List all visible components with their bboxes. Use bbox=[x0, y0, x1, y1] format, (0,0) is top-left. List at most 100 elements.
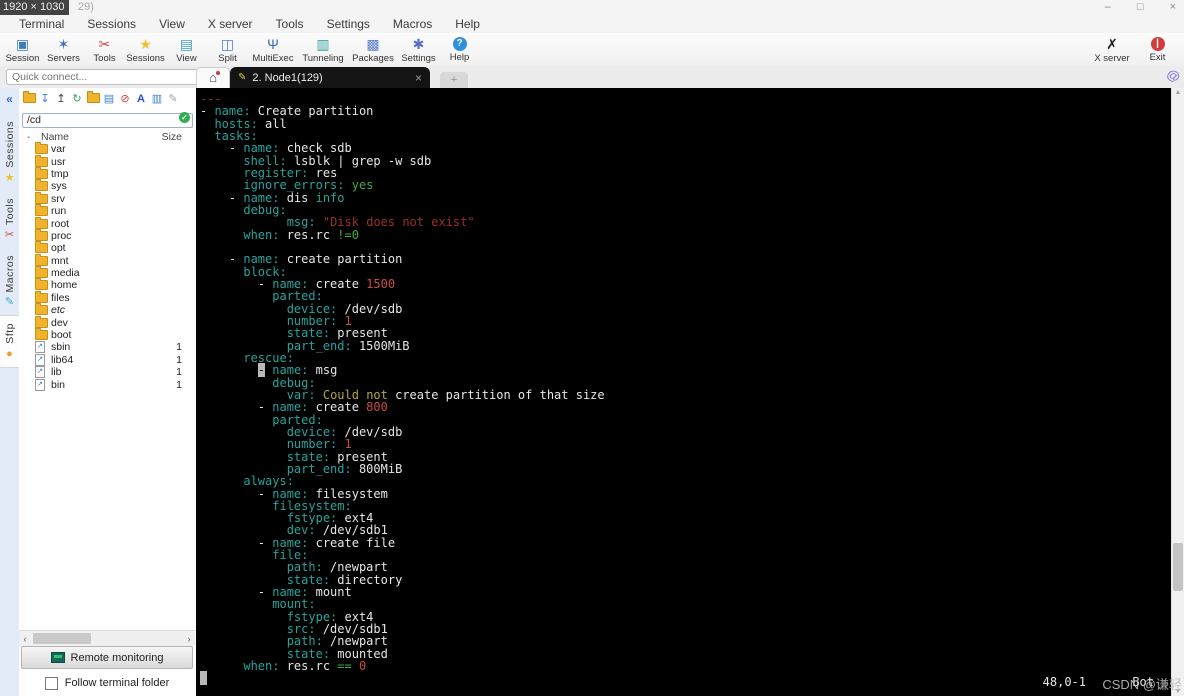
split-button[interactable]: ◫ Split bbox=[207, 35, 248, 65]
minimize-button[interactable]: – bbox=[1105, 0, 1111, 15]
horizontal-scrollbar[interactable]: ‹ › bbox=[19, 630, 195, 646]
strip-tab-macros-label: Macros bbox=[3, 254, 16, 293]
tree-row-run[interactable]: run bbox=[19, 204, 196, 217]
new-tab-button[interactable]: + bbox=[440, 72, 468, 88]
split-button-label: Split bbox=[218, 53, 237, 64]
tree-collapse-icon[interactable]: - bbox=[27, 131, 41, 143]
terminal-line: shell: lsblk | grep -w sdb bbox=[243, 153, 432, 168]
symlink-icon: ↗ bbox=[35, 341, 51, 354]
sessions-button[interactable]: ★ Sessions bbox=[125, 35, 166, 65]
pencil-icon: ✎ bbox=[4, 296, 15, 309]
quick-connect-input[interactable] bbox=[6, 69, 198, 85]
tree-row-lib[interactable]: ↗ lib 1 bbox=[19, 366, 196, 379]
scroll-right-icon[interactable]: › bbox=[183, 634, 195, 644]
tree-row-bin[interactable]: ↗ bin 1 bbox=[19, 378, 196, 391]
tree-row-usr[interactable]: usr bbox=[19, 154, 196, 168]
tree-name-header[interactable]: Name bbox=[41, 131, 162, 143]
log-icon[interactable]: ▥ bbox=[151, 93, 163, 105]
follow-terminal-folder-checkbox[interactable] bbox=[44, 676, 58, 690]
sync-icon[interactable]: ↻ bbox=[71, 93, 83, 105]
edit-icon[interactable]: ✎ bbox=[167, 93, 179, 105]
stop-icon[interactable]: ⊘ bbox=[119, 93, 131, 105]
collapse-sidebar-icon[interactable]: « bbox=[0, 88, 19, 114]
tab-label: 2. Node1(129) bbox=[252, 71, 323, 84]
split-icon: ◫ bbox=[220, 36, 235, 52]
settings-button[interactable]: ✱ Settings bbox=[398, 35, 439, 65]
menu-item-view[interactable]: View bbox=[148, 17, 197, 31]
tree-item-label: tmp bbox=[51, 167, 69, 180]
exit-button[interactable]: | Exit bbox=[1137, 35, 1178, 63]
tools-button[interactable]: ✂ Tools bbox=[84, 35, 125, 65]
session-button[interactable]: ▣ Session bbox=[2, 35, 43, 65]
tree-row-lib64[interactable]: ↗ lib64 1 bbox=[19, 353, 196, 366]
strip-tab-sessions[interactable]: Sessions ★ bbox=[0, 114, 19, 191]
close-button[interactable]: × bbox=[1170, 0, 1176, 15]
terminal[interactable]: --- - name: Create partition hosts: all t… bbox=[196, 88, 1172, 696]
tools-icon: ✂ bbox=[4, 228, 15, 241]
tree-item-size: 1 bbox=[176, 366, 182, 379]
menu-item-x-server[interactable]: X server bbox=[197, 17, 265, 31]
menu-item-macros[interactable]: Macros bbox=[382, 17, 444, 31]
sftp-path-input[interactable] bbox=[22, 112, 193, 128]
home-tab-button[interactable]: ⌂ bbox=[196, 67, 230, 88]
tree-row-etc[interactable]: etc bbox=[19, 303, 196, 316]
tree-row-root[interactable]: root bbox=[19, 216, 196, 230]
view-button[interactable]: ▤ View bbox=[166, 35, 207, 65]
menu-item-tools[interactable]: Tools bbox=[265, 17, 316, 31]
symlink-icon-shape: ↗ bbox=[35, 378, 45, 391]
tree-row-dev[interactable]: dev bbox=[19, 315, 196, 329]
multiexec-button[interactable]: Ψ MultiExec bbox=[248, 35, 298, 65]
strip-tab-sftp[interactable]: Sftp ● bbox=[0, 315, 19, 368]
x-server-button[interactable]: ✗ X server bbox=[1087, 35, 1137, 65]
tree-item-label: usr bbox=[51, 155, 66, 168]
tree-row-boot[interactable]: boot bbox=[19, 328, 196, 341]
folder-new-icon[interactable] bbox=[23, 90, 36, 106]
servers-button-label: Servers bbox=[47, 53, 80, 64]
tree-row-opt[interactable]: opt bbox=[19, 241, 196, 254]
maximize-button[interactable]: □ bbox=[1137, 0, 1144, 15]
menu-item-terminal[interactable]: Terminal bbox=[8, 17, 76, 31]
menu-item-settings[interactable]: Settings bbox=[316, 17, 382, 31]
folder-settings-icon[interactable] bbox=[87, 90, 100, 106]
tabstrip: ⌂ ✎ 2. Node1(129) × + bbox=[196, 66, 468, 88]
folder-icon-shape bbox=[35, 191, 48, 204]
strip-tab-macros[interactable]: Macros ✎ bbox=[0, 248, 19, 315]
help-button[interactable]: ? Help bbox=[439, 35, 480, 63]
hscroll-thumb[interactable] bbox=[33, 633, 91, 644]
folder-icon bbox=[35, 166, 51, 179]
packages-button[interactable]: ▩ Packages bbox=[348, 35, 398, 65]
tree-row-files[interactable]: files bbox=[19, 290, 196, 304]
servers-button[interactable]: ✶ Servers bbox=[43, 35, 84, 65]
tab-node1[interactable]: ✎ 2. Node1(129) × bbox=[230, 67, 430, 88]
menu-item-help[interactable]: Help bbox=[444, 17, 492, 31]
tree-row-var[interactable]: var bbox=[19, 142, 196, 155]
vscroll-thumb[interactable] bbox=[1173, 543, 1183, 591]
folder-icon-shape bbox=[35, 228, 48, 241]
scroll-up-icon[interactable]: ▲ bbox=[1172, 89, 1184, 96]
tools-icon: ✂ bbox=[98, 36, 111, 52]
tree-row-media[interactable]: media bbox=[19, 266, 196, 279]
tree-row-home[interactable]: home bbox=[19, 278, 196, 291]
download-icon[interactable]: ↧ bbox=[39, 93, 51, 105]
scroll-left-icon[interactable]: ‹ bbox=[19, 634, 31, 644]
tree-row-proc[interactable]: proc bbox=[19, 228, 196, 242]
attachment-clip-icon[interactable]: @ bbox=[1164, 66, 1183, 86]
folder-settings-icon-shape bbox=[87, 90, 100, 103]
tree-row-sys[interactable]: sys bbox=[19, 179, 196, 192]
menu-item-sessions[interactable]: Sessions bbox=[76, 17, 148, 31]
file-icon[interactable]: ▤ bbox=[103, 93, 115, 105]
strip-tab-tools[interactable]: Tools ✂ bbox=[0, 191, 19, 248]
font-icon[interactable]: A bbox=[135, 93, 147, 105]
tree-row-sbin[interactable]: ↗ sbin 1 bbox=[19, 341, 196, 354]
remote-monitoring-button[interactable]: Remote monitoring bbox=[21, 646, 193, 669]
tree-row-mnt[interactable]: mnt bbox=[19, 253, 196, 267]
upload-icon[interactable]: ↥ bbox=[55, 93, 67, 105]
tree-row-tmp[interactable]: tmp bbox=[19, 166, 196, 180]
tree-row-srv[interactable]: srv bbox=[19, 191, 196, 205]
terminal-scrollbar[interactable]: ▲ ▼ bbox=[1171, 88, 1184, 696]
tab-close-icon[interactable]: × bbox=[415, 72, 422, 84]
tunneling-button[interactable]: ▥ Tunneling bbox=[298, 35, 348, 65]
tree-size-header[interactable]: Size bbox=[162, 131, 182, 143]
monitor-icon bbox=[50, 652, 65, 663]
symlink-icon-shape: ↗ bbox=[35, 353, 45, 366]
